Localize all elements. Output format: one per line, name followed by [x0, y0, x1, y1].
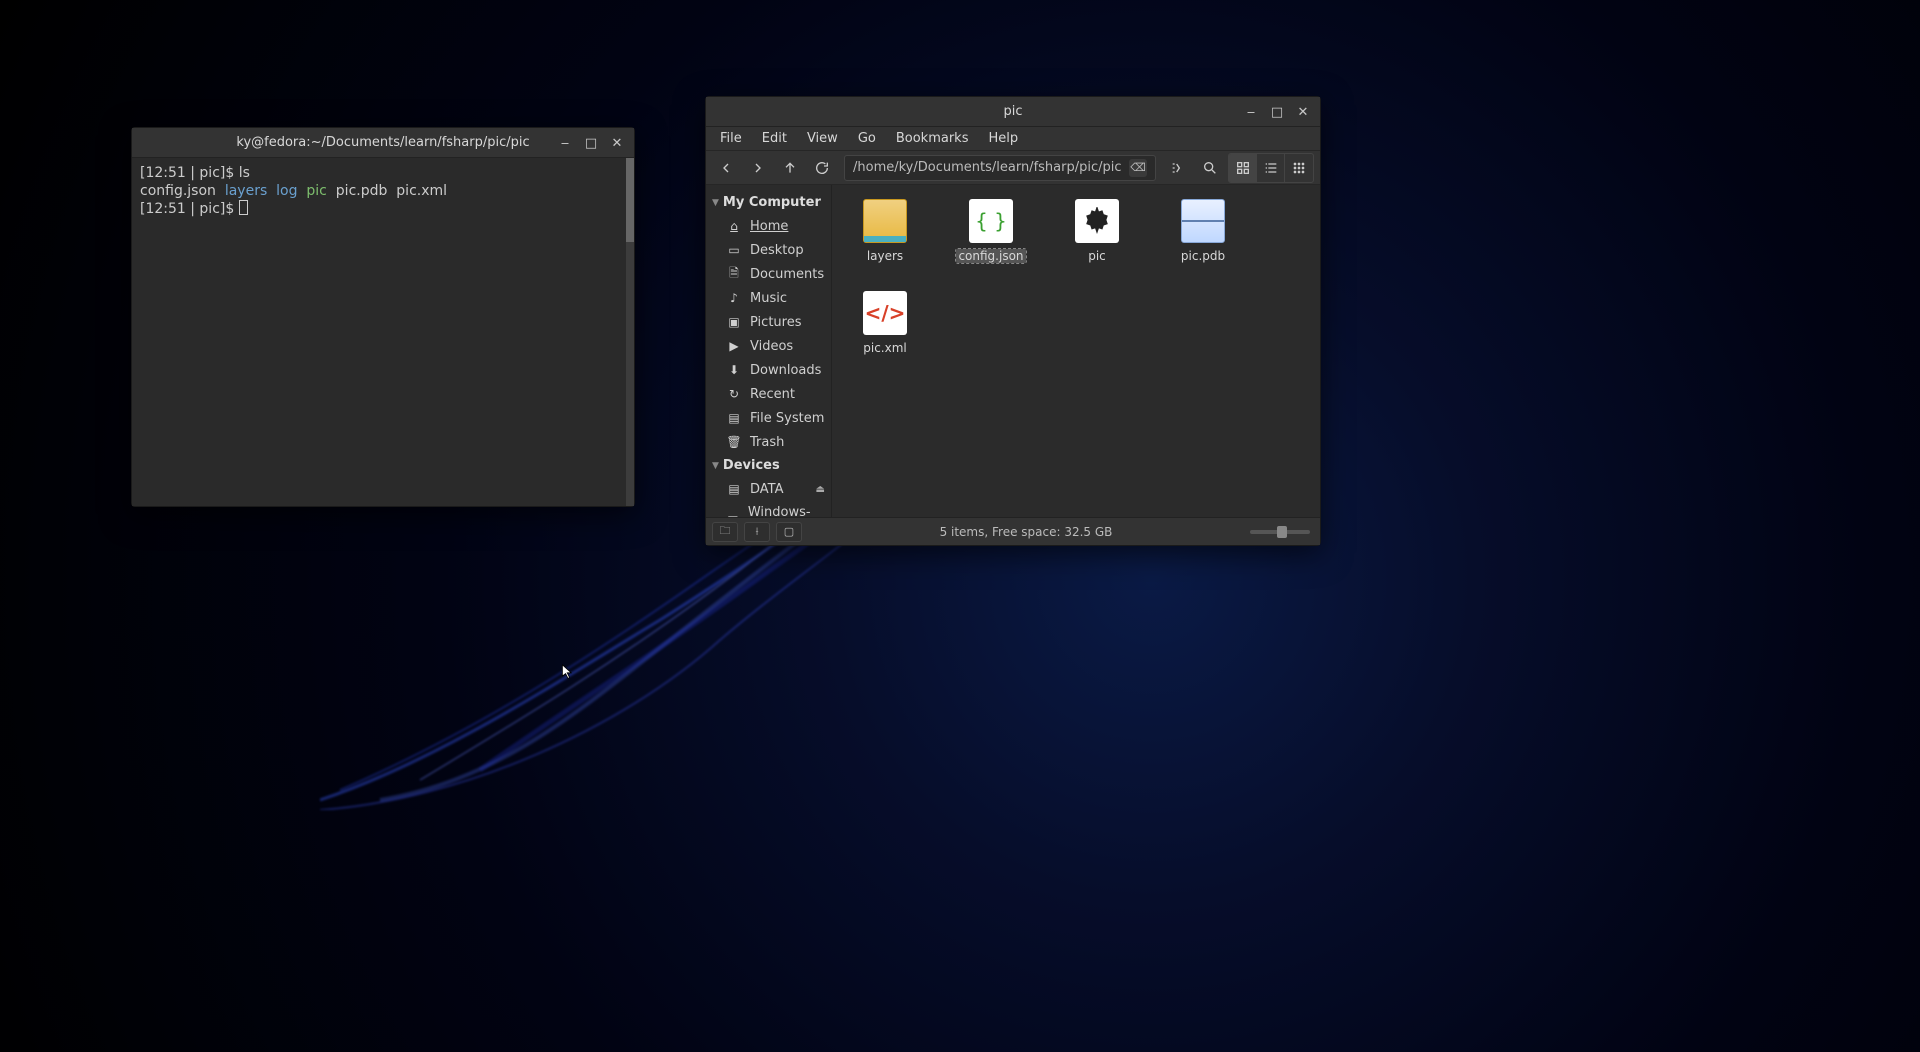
- status-show-places-button[interactable]: 🗀: [712, 522, 738, 542]
- trash-icon: 🗑: [726, 434, 742, 450]
- sidebar-item-pictures[interactable]: ▣Pictures: [706, 310, 831, 334]
- music-icon: ♪: [726, 290, 742, 306]
- downloads-icon: ⬇: [726, 362, 742, 378]
- view-list-button[interactable]: [1257, 154, 1285, 182]
- terminal-maximize-button[interactable]: □: [578, 130, 604, 156]
- ls-output-dir: log: [276, 183, 297, 199]
- terminal-window: ky@fedora:~/Documents/learn/fsharp/pic/p…: [131, 127, 635, 507]
- menu-edit[interactable]: Edit: [754, 128, 795, 149]
- ls-output-file: config.json: [140, 183, 216, 199]
- ls-output-exec: pic: [306, 183, 326, 199]
- home-icon: ⌂: [726, 218, 742, 234]
- sidebar-item-documents[interactable]: 🗎Documents: [706, 262, 831, 286]
- file-item-xml[interactable]: </> pic.xml: [846, 291, 924, 355]
- folder-icon: [863, 199, 907, 243]
- file-item-folder[interactable]: layers: [846, 199, 924, 263]
- sidebar-item-desktop[interactable]: ▭Desktop: [706, 238, 831, 262]
- menu-help[interactable]: Help: [980, 128, 1026, 149]
- sidebar-item-trash[interactable]: 🗑Trash: [706, 430, 831, 454]
- terminal-titlebar[interactable]: ky@fedora:~/Documents/learn/fsharp/pic/p…: [132, 128, 634, 158]
- pictures-icon: ▣: [726, 314, 742, 330]
- file-manager-window: pic ‒ □ ✕ File Edit View Go Bookmarks He…: [705, 96, 1321, 546]
- menu-file[interactable]: File: [712, 128, 750, 149]
- fm-minimize-button[interactable]: ‒: [1238, 99, 1264, 125]
- fm-maximize-button[interactable]: □: [1264, 99, 1290, 125]
- sidebar-cat-computer[interactable]: ▼My Computer: [706, 191, 831, 214]
- terminal-body[interactable]: [12:51 | pic]$ ls config.json layers log…: [132, 158, 634, 506]
- terminal-command: ls: [239, 165, 250, 181]
- mouse-cursor: [560, 664, 576, 684]
- file-item-exec[interactable]: pic: [1058, 199, 1136, 263]
- menu-view[interactable]: View: [799, 128, 846, 149]
- sidebar-item-data[interactable]: ▤DATA⏏: [706, 477, 831, 501]
- search-button[interactable]: [1196, 154, 1224, 182]
- terminal-minimize-button[interactable]: ‒: [552, 130, 578, 156]
- terminal-title: ky@fedora:~/Documents/learn/fsharp/pic/p…: [236, 135, 529, 150]
- path-clear-button[interactable]: ⌫: [1129, 159, 1147, 177]
- toggle-path-button[interactable]: [1164, 154, 1192, 182]
- desktop-icon: ▭: [726, 242, 742, 258]
- status-close-sidebar-button[interactable]: ▢: [776, 522, 802, 542]
- fm-close-button[interactable]: ✕: [1290, 99, 1316, 125]
- fm-titlebar[interactable]: pic ‒ □ ✕: [706, 97, 1320, 127]
- terminal-close-button[interactable]: ✕: [604, 130, 630, 156]
- ls-output-file: pic.xml: [396, 183, 447, 199]
- sidebar-item-downloads[interactable]: ⬇Downloads: [706, 358, 831, 382]
- sidebar-item-music[interactable]: ♪Music: [706, 286, 831, 310]
- text-file-icon: [1181, 199, 1225, 243]
- sidebar-cat-devices[interactable]: ▼Devices: [706, 454, 831, 477]
- xml-file-icon: </>: [863, 291, 907, 335]
- sidebar-item-recent[interactable]: ↻Recent: [706, 382, 831, 406]
- nav-forward-button[interactable]: [744, 154, 772, 182]
- terminal-cursor: [239, 200, 248, 215]
- file-item-json[interactable]: { } config.json: [952, 199, 1030, 263]
- sidebar-item-filesystem[interactable]: ▤File System: [706, 406, 831, 430]
- view-compact-button[interactable]: [1285, 154, 1313, 182]
- ls-output-dir: layers: [225, 183, 267, 199]
- json-file-icon: { }: [969, 199, 1013, 243]
- status-text: 5 items, Free space: 32.5 GB: [802, 525, 1250, 539]
- menu-go[interactable]: Go: [850, 128, 884, 149]
- terminal-prompt: [12:51 | pic]$: [140, 165, 239, 181]
- disk-icon: ▤: [726, 410, 742, 426]
- nav-up-button[interactable]: [776, 154, 804, 182]
- nav-back-button[interactable]: [712, 154, 740, 182]
- recent-icon: ↻: [726, 386, 742, 402]
- fm-file-grid[interactable]: layers { } config.json pic pic.pdb </> p…: [832, 185, 1320, 517]
- zoom-slider[interactable]: [1250, 530, 1310, 534]
- nav-reload-button[interactable]: [808, 154, 836, 182]
- documents-icon: 🗎: [726, 266, 742, 282]
- sidebar-item-home[interactable]: ⌂Home: [706, 214, 831, 238]
- status-show-tree-button[interactable]: ⟊: [744, 522, 770, 542]
- file-item-pdb[interactable]: pic.pdb: [1164, 199, 1242, 263]
- sidebar-item-videos[interactable]: ▶Videos: [706, 334, 831, 358]
- path-bar[interactable]: /home/ky/Documents/learn/fsharp/pic/pic …: [844, 155, 1156, 181]
- fm-sidebar: ▼My Computer ⌂Home ▭Desktop 🗎Documents ♪…: [706, 185, 832, 517]
- terminal-prompt: [12:51 | pic]$: [140, 201, 239, 217]
- fm-toolbar: /home/ky/Documents/learn/fsharp/pic/pic …: [706, 151, 1320, 185]
- fm-menubar: File Edit View Go Bookmarks Help: [706, 127, 1320, 151]
- terminal-scrollbar[interactable]: [626, 158, 634, 506]
- videos-icon: ▶: [726, 338, 742, 354]
- drive-icon: ▤: [726, 481, 742, 497]
- drive-icon: ▤: [726, 512, 740, 517]
- gear-icon: [1075, 199, 1119, 243]
- ls-output-file: pic.pdb: [336, 183, 388, 199]
- menu-bookmarks[interactable]: Bookmarks: [888, 128, 977, 149]
- fm-statusbar: 🗀 ⟊ ▢ 5 items, Free space: 32.5 GB: [706, 517, 1320, 545]
- view-icons-button[interactable]: [1229, 154, 1257, 182]
- sidebar-item-windows[interactable]: ▤Windows-SSD: [706, 501, 831, 517]
- file-label-selected: config.json: [956, 249, 1025, 263]
- fm-title: pic: [1003, 104, 1022, 119]
- path-text: /home/ky/Documents/learn/fsharp/pic/pic: [853, 160, 1122, 175]
- eject-icon[interactable]: ⏏: [816, 484, 825, 495]
